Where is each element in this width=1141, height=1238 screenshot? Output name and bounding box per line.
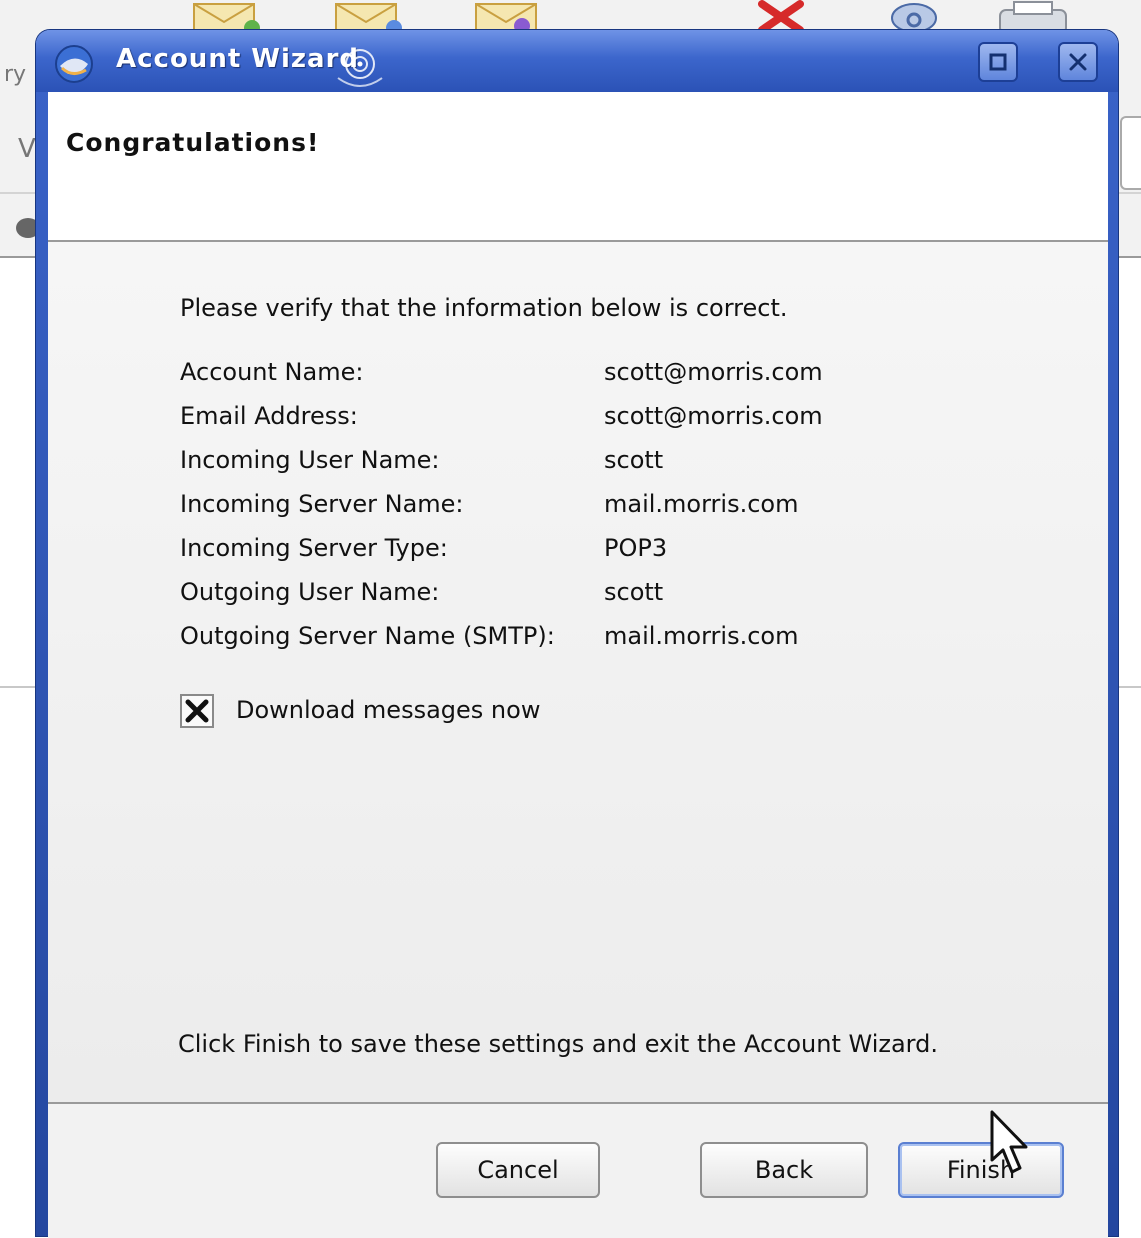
info-row-incoming-server-type: Incoming Server Type: POP3: [180, 534, 980, 570]
info-value: scott@morris.com: [604, 358, 823, 386]
intro-text: Please verify that the information below…: [180, 294, 788, 322]
dialog-client-area: Congratulations! Please verify that the …: [48, 92, 1108, 1238]
close-icon: [1069, 53, 1087, 71]
mail-icon: [475, 3, 537, 34]
background-text: ry: [4, 62, 27, 87]
junk-icon: [891, 3, 937, 33]
info-value: mail.morris.com: [604, 622, 799, 650]
account-wizard-dialog: Account Wizard Congratulations! Please v…: [36, 30, 1118, 1238]
info-value: POP3: [604, 534, 668, 562]
wizard-header: Congratulations!: [48, 92, 1108, 242]
title-bar[interactable]: Account Wizard: [36, 30, 1118, 92]
download-messages-option[interactable]: Download messages now: [180, 694, 680, 734]
info-row-account-name: Account Name: scott@morris.com: [180, 358, 980, 394]
maximize-icon: [989, 53, 1007, 71]
back-button[interactable]: Back: [700, 1142, 868, 1198]
maximize-button[interactable]: [978, 42, 1018, 82]
info-value: scott@morris.com: [604, 402, 823, 430]
info-label: Account Name:: [180, 358, 364, 386]
thunderbird-icon: [55, 45, 93, 83]
download-messages-checkbox[interactable]: [180, 694, 214, 728]
page-title: Congratulations!: [66, 128, 320, 157]
background-text: V: [18, 134, 36, 164]
mail-icon: [335, 3, 402, 34]
x-check-mark-icon: [185, 699, 209, 723]
info-label: Incoming User Name:: [180, 446, 440, 474]
download-messages-label[interactable]: Download messages now: [236, 696, 540, 724]
info-label: Incoming Server Name:: [180, 490, 464, 518]
info-value: mail.morris.com: [604, 490, 799, 518]
info-label: Incoming Server Type:: [180, 534, 448, 562]
info-row-incoming-server-name: Incoming Server Name: mail.morris.com: [180, 490, 980, 526]
info-label: Email Address:: [180, 402, 358, 430]
info-row-outgoing-server-name: Outgoing Server Name (SMTP): mail.morris…: [180, 622, 980, 658]
info-row-outgoing-user-name: Outgoing User Name: scott: [180, 578, 980, 614]
info-label: Outgoing Server Name (SMTP):: [180, 622, 555, 650]
delete-icon: [758, 0, 804, 34]
close-button[interactable]: [1058, 42, 1098, 82]
info-row-email-address: Email Address: scott@morris.com: [180, 402, 980, 438]
info-value: scott: [604, 446, 664, 474]
background-search-field: [1120, 116, 1141, 190]
finish-button[interactable]: Finish: [898, 1142, 1064, 1198]
wizard-content: Please verify that the information below…: [48, 242, 1108, 1102]
info-label: Outgoing User Name:: [180, 578, 440, 606]
wizard-button-bar: Cancel Back Finish: [48, 1102, 1108, 1238]
mail-icon: [193, 3, 260, 34]
window-title: Account Wizard: [116, 44, 360, 74]
print-icon: [999, 1, 1067, 34]
finish-instruction-text: Click Finish to save these settings and …: [178, 1030, 938, 1058]
mouse-pointer-icon: [990, 1110, 1028, 1174]
swirl-decoration-icon: [337, 49, 383, 87]
info-value: scott: [604, 578, 664, 606]
info-row-incoming-user-name: Incoming User Name: scott: [180, 446, 980, 482]
cancel-button[interactable]: Cancel: [436, 1142, 600, 1198]
